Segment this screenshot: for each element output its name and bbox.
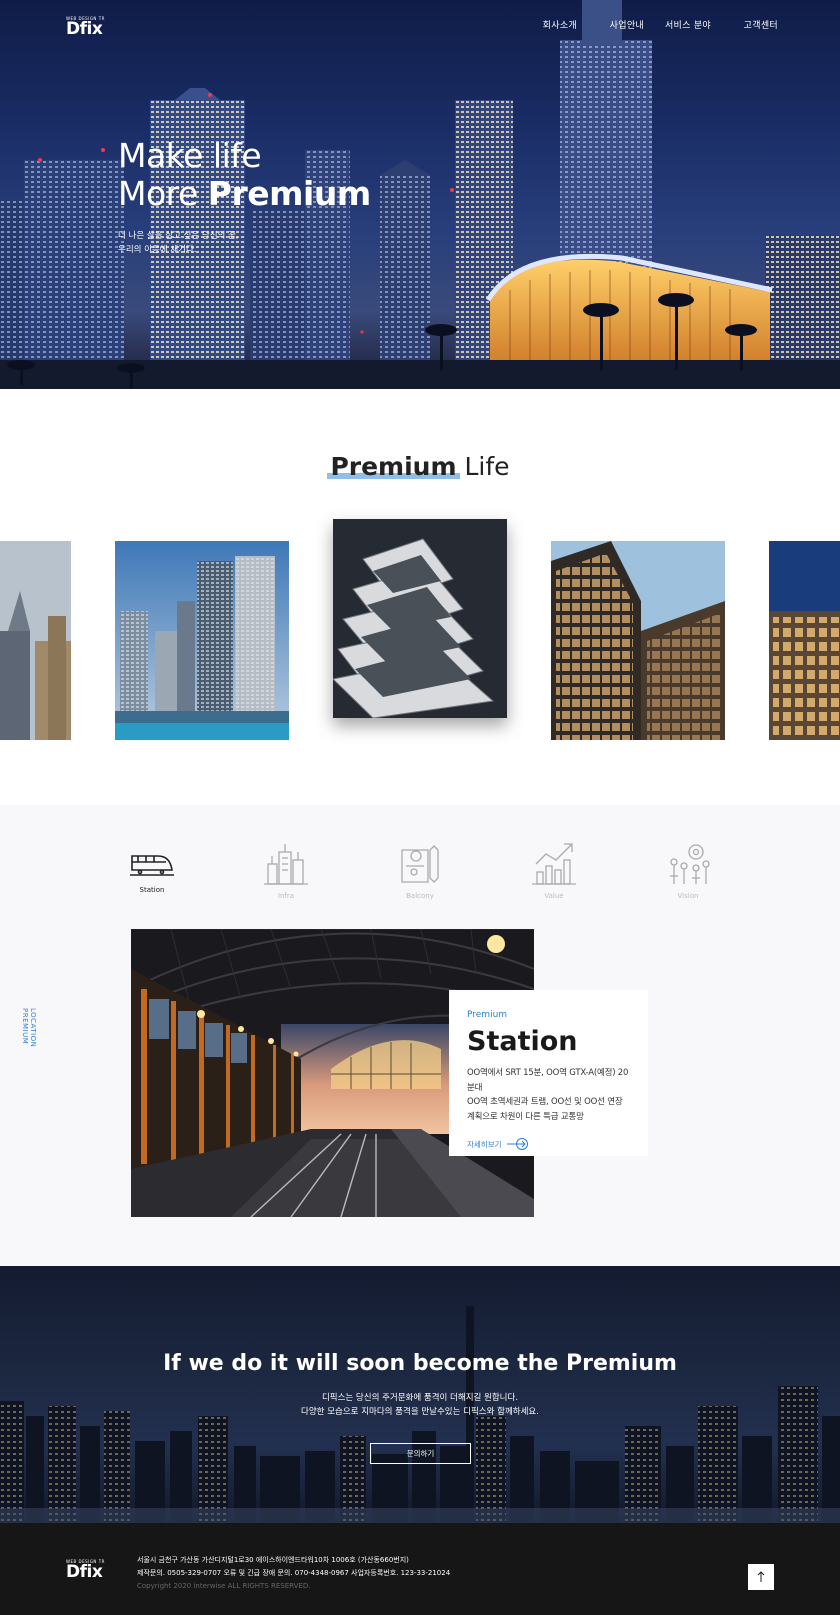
location-vertical-label: LOCATION PREMIUM bbox=[21, 1008, 37, 1048]
banner-description: 디픽스는 당신의 주거문화에 품격이 더해지길 원합니다. 다양한 모습으로 지… bbox=[0, 1391, 840, 1419]
tab-infra-label: Infra bbox=[277, 892, 295, 900]
tab-value[interactable]: Value bbox=[519, 842, 589, 900]
gallery-image-1[interactable] bbox=[0, 541, 71, 740]
gallery-image-5[interactable] bbox=[769, 541, 840, 740]
main-nav: 회사소개 사업안내 서비스 분야 고객센터 bbox=[510, 18, 778, 31]
nav-item-company[interactable]: 회사소개 bbox=[510, 18, 577, 31]
premium-life-title-light: Life bbox=[456, 452, 510, 481]
tab-vision[interactable]: Vision bbox=[653, 842, 723, 900]
footer-logo-wordmark: Dfix bbox=[66, 1562, 103, 1582]
vision-network-icon bbox=[670, 844, 710, 884]
blueprint-icon bbox=[401, 845, 439, 883]
banner-description-line1: 디픽스는 당신의 주거문화에 품격이 더해지길 원합니다. bbox=[321, 1393, 519, 1403]
tab-vision-label: Vision bbox=[677, 892, 699, 900]
nav-item-services[interactable]: 서비스 분야 bbox=[644, 18, 711, 31]
hero-title-line2: More Premium bbox=[118, 175, 371, 213]
gallery-image-2[interactable] bbox=[115, 541, 289, 740]
tab-station-label: Station bbox=[139, 886, 165, 894]
card-description: OO역에서 SRT 15분, OO역 GTX-A(예정) 20분대 OO역 초역… bbox=[467, 1066, 630, 1124]
gallery-image-3[interactable] bbox=[333, 519, 507, 718]
site-footer: WEB DESIGN TR Dfix 서울시 금천구 가산동 가산디지털1로30… bbox=[0, 1523, 840, 1615]
hero-subtitle: 더 나은 삶을 살고 싶은 당신의 꿈, 우리의 이름에 새기다. bbox=[118, 229, 239, 257]
header-logo[interactable]: WEB DESIGN TR Dfix bbox=[66, 16, 105, 39]
train-icon bbox=[130, 855, 174, 876]
card-description-line1: OO역에서 SRT 15분, OO역 GTX-A(예정) 20분대 bbox=[467, 1068, 629, 1093]
location-detail-card: Premium Station OO역에서 SRT 15분, OO역 GTX-A… bbox=[449, 990, 648, 1156]
footer-address: 서울시 금천구 가산동 가산디지털1로30 에이스하이엔드타워10차 1006호… bbox=[137, 1556, 409, 1564]
hero-title-highlight: Premium bbox=[207, 174, 371, 213]
footer-info: 서울시 금천구 가산동 가산디지털1로30 에이스하이엔드타워10차 1006호… bbox=[137, 1554, 450, 1593]
hero-subtitle-line2: 우리의 이름에 새기다. bbox=[118, 245, 197, 255]
tab-balcony[interactable]: Balcony bbox=[385, 842, 455, 900]
hero-title: Make life More Premium bbox=[118, 137, 371, 213]
banner-title-prefix: If we do it will soon become the bbox=[163, 1351, 566, 1376]
card-description-line2: OO역 초역세권과 트램, OO선 및 OO선 연장 bbox=[467, 1097, 623, 1107]
card-title: Station bbox=[467, 1026, 578, 1057]
banner-title-highlight: Premium bbox=[565, 1351, 677, 1376]
banner-description-line2: 다양한 모습으로 지마다의 품격을 만날수있는 디픽스와 함께하세요. bbox=[301, 1407, 539, 1417]
hero-title-line1: Make life bbox=[118, 136, 262, 175]
logo-wordmark: Dfix bbox=[66, 19, 103, 39]
footer-contacts: 제작문의. 0505-329-0707 오류 및 긴급 장애 문의. 070-4… bbox=[137, 1569, 451, 1577]
nav-item-business[interactable]: 사업안내 bbox=[577, 18, 644, 31]
tab-station[interactable]: Station bbox=[117, 842, 187, 894]
card-description-line3: 계획으로 차원이 다른 특급 교통망 bbox=[467, 1111, 584, 1122]
scroll-top-button[interactable] bbox=[748, 1564, 774, 1590]
tab-infra[interactable]: Infra bbox=[251, 842, 321, 900]
city-buildings-icon bbox=[264, 844, 308, 885]
hero-section: WEB DESIGN TR Dfix 회사소개 사업안내 서비스 분야 고객센터… bbox=[0, 0, 840, 389]
banner-title: If we do it will soon become the Premium bbox=[0, 1351, 840, 1376]
inquiry-button[interactable]: 문의하기 bbox=[370, 1443, 471, 1464]
hero-title-prefix: More bbox=[118, 174, 208, 213]
premium-life-title: Premium Life bbox=[0, 452, 840, 481]
footer-copyright: Copyright 2020 interwise ALL RIGHTS RESE… bbox=[137, 1582, 311, 1590]
card-kicker: Premium bbox=[467, 1010, 508, 1020]
footer-logo[interactable]: WEB DESIGN TR Dfix bbox=[66, 1559, 105, 1582]
tab-balcony-label: Balcony bbox=[406, 892, 434, 900]
card-more-link[interactable]: 자세히보기 bbox=[467, 1138, 630, 1150]
premium-life-title-bold: Premium bbox=[330, 452, 457, 481]
hero-subtitle-line1: 더 나은 삶을 살고 싶은 당신의 꿈, bbox=[118, 231, 239, 241]
growth-chart-icon bbox=[532, 843, 576, 885]
gallery-image-4[interactable] bbox=[551, 541, 725, 740]
card-more-label: 자세히보기 bbox=[467, 1139, 502, 1149]
arrow-up-icon bbox=[757, 1571, 765, 1582]
nav-item-support[interactable]: 고객센터 bbox=[711, 18, 778, 31]
arrow-right-circle-icon bbox=[506, 1138, 528, 1150]
tab-value-label: Value bbox=[544, 892, 564, 900]
